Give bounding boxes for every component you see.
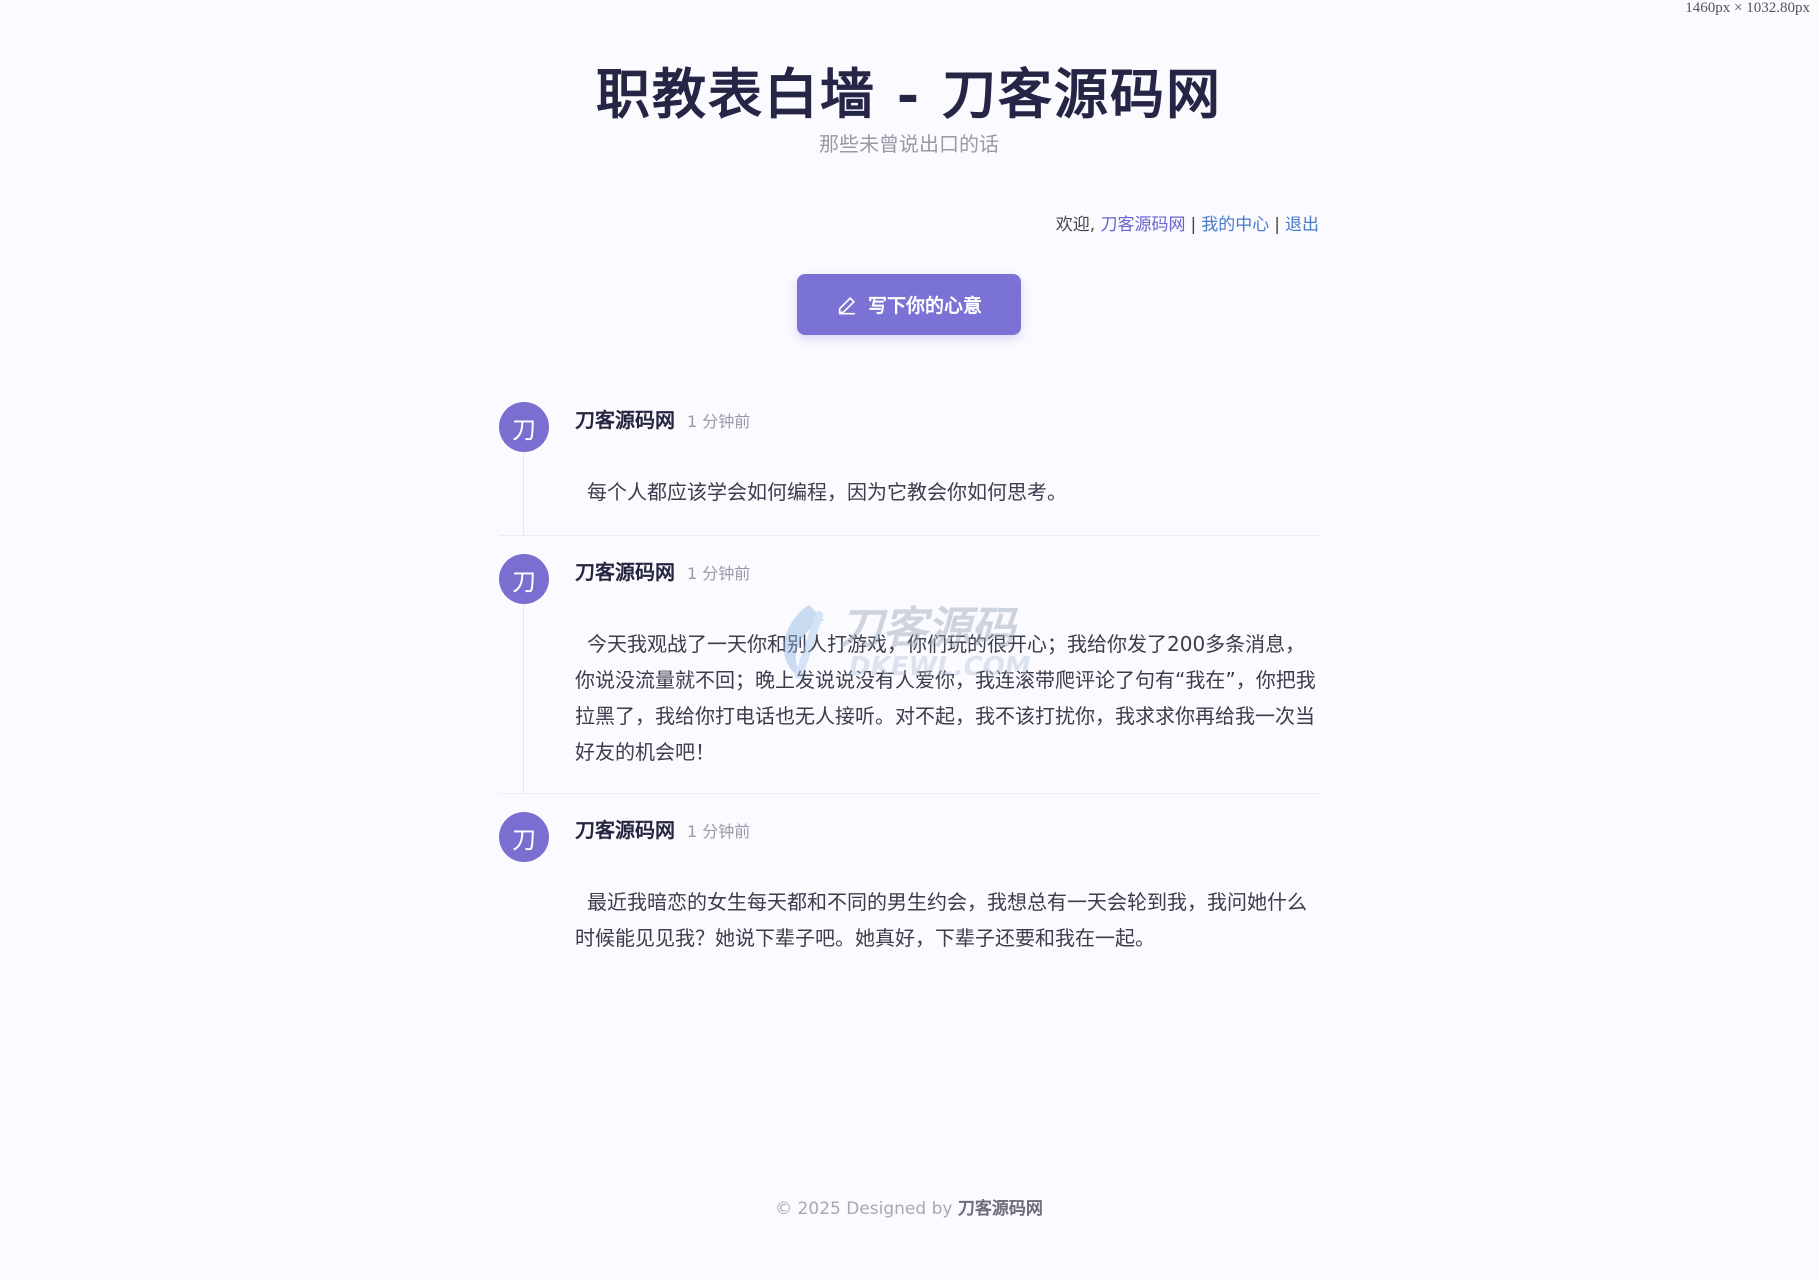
post-content: 今天我观战了一天你和别人打游戏，你们玩的很开心；我给你发了200多条消息，你说没… (575, 632, 1316, 764)
post-item: 刀 刀客源码网 1 分钟前 每个人都应该学会如何编程，因为它教会你如何思考。 (499, 400, 1319, 536)
logout-link[interactable]: 退出 (1285, 215, 1319, 235)
avatar[interactable]: 刀 (499, 812, 549, 862)
page-subtitle: 那些未曾说出口的话 (819, 132, 999, 156)
timeline-line (523, 450, 524, 535)
post-author[interactable]: 刀客源码网 (575, 814, 675, 843)
avatar[interactable]: 刀 (499, 554, 549, 604)
post-author[interactable]: 刀客源码网 (575, 556, 675, 585)
footer-brand: 刀客源码网 (957, 1199, 1043, 1219)
write-message-label: 写下你的心意 (867, 295, 982, 317)
pen-icon (838, 296, 856, 315)
page-container: 职教表白墙 - 刀客源码网 那些未曾说出口的话 欢迎, 刀客源码网 | 我的中心 | 退… (499, 0, 1319, 1280)
write-message-button[interactable]: 写下你的心意 (797, 274, 1021, 335)
viewport-size-label: 1460px × 1032.80px (1685, 0, 1810, 16)
post-header: 刀客源码网 1 分钟前 (575, 400, 1319, 436)
post-item: 刀 刀客源码网 1 分钟前 今天我观战了一天你和别人打游戏，你们玩的很开心；我给… (499, 536, 1319, 794)
post-item: 刀 刀客源码网 1 分钟前 最近我暗恋的女生每天都和不同的男生约会，我想总有一天… (499, 794, 1319, 956)
page-footer: © 2025 Designed by 刀客源码网 (499, 1194, 1319, 1219)
page-title: 职教表白墙 - 刀客源码网 (595, 62, 1222, 126)
post-list: 刀 刀客源码网 1 分钟前 每个人都应该学会如何编程，因为它教会你如何思考。 刀… (499, 400, 1319, 956)
post-time: 1 分钟前 (687, 822, 751, 841)
user-link[interactable]: 刀客源码网 (1101, 215, 1186, 235)
avatar[interactable]: 刀 (499, 402, 549, 452)
post-header: 刀客源码网 1 分钟前 (575, 810, 1319, 846)
post-author[interactable]: 刀客源码网 (575, 404, 675, 433)
welcome-separator: | (1190, 215, 1197, 235)
post-content: 最近我暗恋的女生每天都和不同的男生约会，我想总有一天会轮到我，我问她什么时候能见… (575, 890, 1307, 950)
post-time: 1 分钟前 (687, 412, 751, 431)
post-content: 每个人都应该学会如何编程，因为它教会你如何思考。 (587, 480, 1067, 504)
welcome-bar: 欢迎, 刀客源码网 | 我的中心 | 退出 (1056, 210, 1319, 235)
footer-prefix: © 2025 Designed by (775, 1199, 953, 1219)
welcome-separator: | (1274, 215, 1280, 235)
post-time: 1 分钟前 (687, 564, 751, 583)
my-center-link[interactable]: 我的中心 (1201, 215, 1269, 235)
post-header: 刀客源码网 1 分钟前 (575, 552, 1319, 588)
welcome-prefix: 欢迎, (1055, 215, 1096, 235)
timeline-line (523, 586, 524, 793)
